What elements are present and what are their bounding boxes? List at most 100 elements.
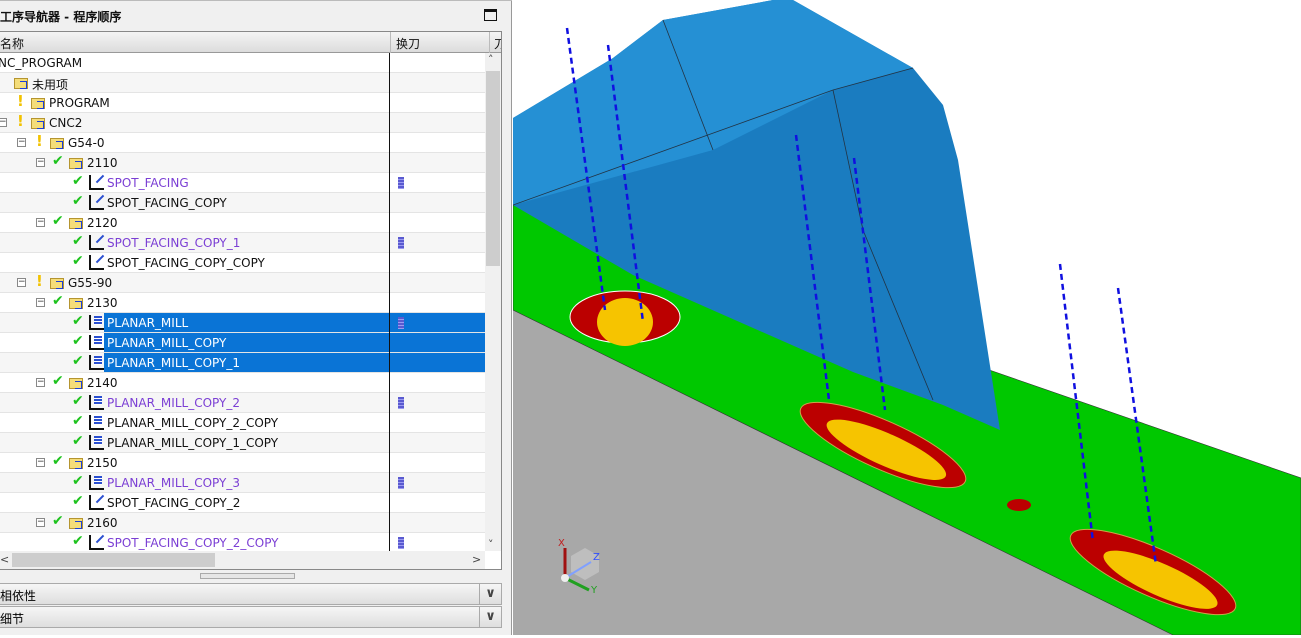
collapse-toggle-icon[interactable]: − (17, 138, 26, 147)
column-next[interactable]: 刀 (494, 35, 501, 52)
tree-row[interactable]: ✔ SPOT_FACING_COPY_2_COPY (0, 533, 485, 553)
row-label: 2130 (87, 296, 118, 310)
chevron-down-icon[interactable]: ∨ (479, 584, 501, 604)
row-label: PLANAR_MILL_COPY_1 (107, 356, 240, 370)
planar-mill-icon (89, 415, 104, 430)
scroll-left-icon[interactable]: < (0, 553, 9, 566)
tree-row[interactable]: ✔ SPOT_FACING_COPY_1 (0, 233, 485, 253)
tree-row[interactable]: 未用项 (0, 73, 485, 93)
row-label: PLANAR_MILL_COPY_2 (107, 396, 240, 410)
collapse-toggle-icon[interactable]: − (36, 298, 45, 307)
check-icon: ✔ (72, 313, 84, 329)
scroll-right-icon[interactable]: > (472, 553, 481, 566)
section-label: 相依性 (0, 589, 37, 603)
collapse-toggle-icon[interactable]: − (36, 218, 45, 227)
row-label: CNC2 (49, 116, 83, 130)
chevron-down-icon[interactable]: ∨ (479, 607, 501, 627)
tree-row[interactable]: ! PROGRAM (0, 92, 485, 113)
row-label: NC_PROGRAM (0, 56, 83, 70)
program-group-icon (50, 138, 64, 149)
tree-row[interactable]: − ✔ 2110 (0, 153, 485, 173)
check-icon: ✔ (72, 493, 84, 509)
tree-row[interactable]: −! CNC2 (0, 112, 485, 133)
column-divider[interactable] (389, 53, 390, 569)
spot-facing-icon (89, 175, 104, 190)
panel-splitter[interactable] (200, 573, 295, 579)
check-icon: ✔ (72, 393, 84, 409)
planar-mill-icon (89, 335, 104, 350)
program-group-icon (69, 218, 83, 229)
tree-row[interactable]: − ✔ 2160 (0, 513, 485, 533)
horizontal-scrollbar[interactable]: < > (0, 551, 485, 569)
tool-change-icon (398, 537, 404, 549)
planar-mill-icon (89, 475, 104, 490)
scroll-down-icon[interactable]: ˅ (488, 538, 494, 551)
row-label: G55-90 (68, 276, 113, 290)
tree-row[interactable]: ✔ PLANAR_MILL_COPY_1 (0, 353, 485, 373)
collapse-toggle-icon[interactable]: − (17, 278, 26, 287)
planar-mill-icon (89, 315, 104, 330)
tree-row[interactable]: ✔ SPOT_FACING_COPY_2 (0, 493, 485, 513)
graphics-viewport[interactable]: X Z Y (512, 0, 1301, 636)
check-icon: ✔ (72, 413, 84, 429)
tree-row[interactable]: −! G54-0 (0, 132, 485, 153)
row-label: PROGRAM (49, 96, 110, 110)
tool-change-icon (398, 397, 404, 409)
tree-row[interactable]: ✔ PLANAR_MILL_COPY_2_COPY (0, 413, 485, 433)
planar-mill-icon (89, 395, 104, 410)
tree-row[interactable]: ✔ PLANAR_MILL (0, 313, 485, 333)
row-label: 2140 (87, 376, 118, 390)
tree-row[interactable]: ✔ PLANAR_MILL_COPY (0, 333, 485, 353)
section-details[interactable]: 细节 ∨ (0, 606, 502, 628)
row-label: SPOT_FACING_COPY_1 (107, 236, 241, 250)
program-group-icon (69, 458, 83, 469)
tool-change-icon (398, 177, 404, 189)
section-dependencies[interactable]: 相依性 ∨ (0, 583, 502, 605)
horizontal-scroll-thumb[interactable] (12, 553, 215, 567)
operation-navigator-panel: 工序导航器 - 程序顺序 名称 换刀 刀 NC_PROGRAM 未用项! PROGR… (0, 0, 512, 635)
tree-row[interactable]: − ✔ 2120 (0, 213, 485, 233)
collapse-toggle-icon[interactable]: − (36, 518, 45, 527)
maximize-button[interactable] (484, 9, 497, 21)
tool-change-icon (398, 317, 404, 329)
axis-x-label: X (558, 538, 565, 549)
tree-row[interactable]: −! G55-90 (0, 272, 485, 293)
bulb-icon: ! (17, 112, 24, 130)
tree-row[interactable]: ✔ PLANAR_MILL_COPY_1_COPY (0, 433, 485, 453)
check-icon: ✔ (52, 513, 64, 529)
tree-row[interactable]: ✔ SPOT_FACING (0, 173, 485, 193)
tree-row[interactable]: ✔ SPOT_FACING_COPY_COPY (0, 253, 485, 273)
check-icon: ✔ (72, 253, 84, 269)
row-label: SPOT_FACING_COPY_2_COPY (107, 536, 279, 550)
tree-row[interactable]: − ✔ 2130 (0, 293, 485, 313)
tree-row[interactable]: − ✔ 2150 (0, 453, 485, 473)
check-icon: ✔ (72, 333, 84, 349)
spot-facing-icon (89, 495, 104, 510)
vertical-scrollbar[interactable]: ˄ ˅ (485, 53, 501, 551)
vertical-scroll-thumb[interactable] (486, 71, 500, 266)
row-label: SPOT_FACING (107, 176, 189, 190)
column-tool-change[interactable]: 换刀 (396, 35, 420, 52)
collapse-toggle-icon[interactable]: − (36, 158, 45, 167)
bulb-icon: ! (36, 272, 43, 290)
axis-triad: X Z Y (553, 538, 613, 600)
column-name[interactable]: 名称 (0, 35, 24, 52)
scroll-up-icon[interactable]: ˄ (488, 53, 494, 66)
tree-row[interactable]: ✔ PLANAR_MILL_COPY_2 (0, 393, 485, 413)
row-label: PLANAR_MILL_COPY_1_COPY (107, 436, 279, 450)
collapse-toggle-icon[interactable]: − (36, 458, 45, 467)
row-label: 2160 (87, 516, 118, 530)
tool-change-icon (398, 237, 404, 249)
tree-row[interactable]: − ✔ 2140 (0, 373, 485, 393)
program-group-icon (69, 378, 83, 389)
collapse-toggle-icon[interactable]: − (36, 378, 45, 387)
operation-tree: 名称 换刀 刀 NC_PROGRAM 未用项! PROGRAM −! CNC2 −! G54… (0, 31, 502, 570)
tree-row[interactable]: ✔ PLANAR_MILL_COPY_3 (0, 473, 485, 493)
collapse-toggle-icon[interactable]: − (0, 118, 7, 127)
check-icon: ✔ (72, 173, 84, 189)
tree-rows: NC_PROGRAM未用项!PROGRAM−!CNC2−!G54-0−✔2110… (0, 53, 485, 553)
tree-row[interactable]: NC_PROGRAM (0, 53, 485, 73)
program-group-icon (14, 78, 28, 89)
tree-row[interactable]: ✔ SPOT_FACING_COPY (0, 193, 485, 213)
panel-title: 工序导航器 - 程序顺序 (0, 0, 512, 30)
